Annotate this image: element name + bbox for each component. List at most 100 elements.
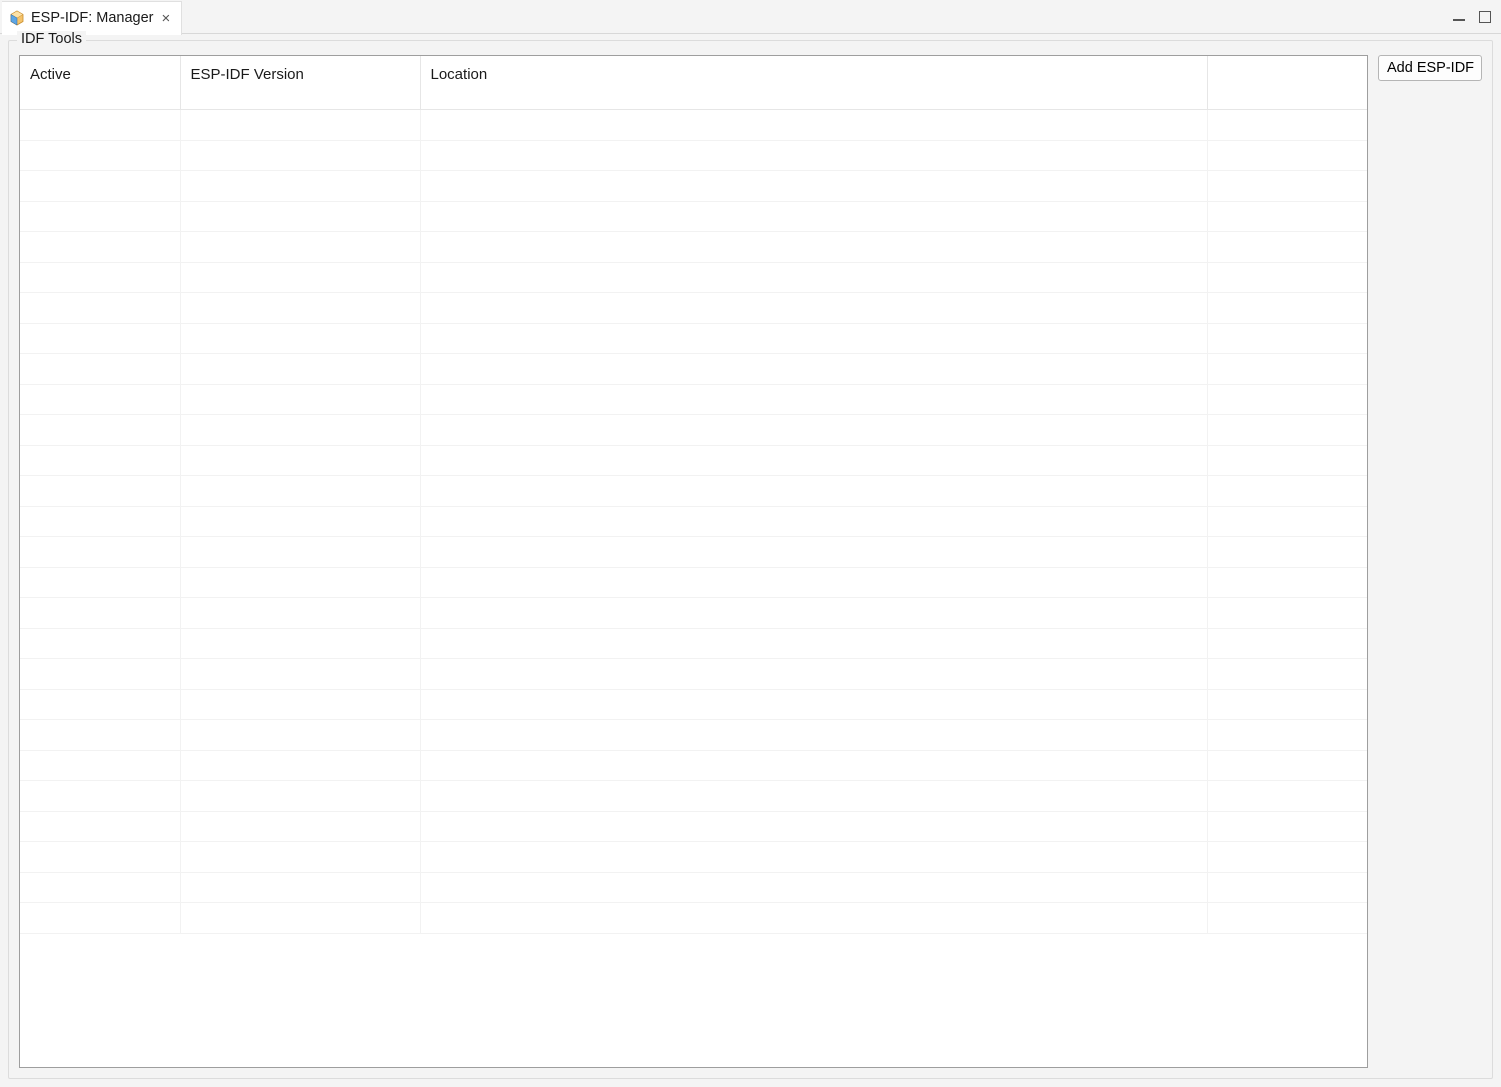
table-cell[interactable]	[1207, 659, 1367, 690]
table-cell[interactable]	[420, 354, 1207, 385]
table-row[interactable]	[20, 598, 1367, 629]
column-header-active[interactable]: Active	[20, 56, 180, 110]
table-cell[interactable]	[1207, 872, 1367, 903]
table-row[interactable]	[20, 110, 1367, 141]
table-row[interactable]	[20, 689, 1367, 720]
table-cell[interactable]	[420, 628, 1207, 659]
table-cell[interactable]	[180, 659, 420, 690]
table-cell[interactable]	[180, 323, 420, 354]
table-cell[interactable]	[20, 567, 180, 598]
table-cell[interactable]	[20, 293, 180, 324]
table-cell[interactable]	[180, 598, 420, 629]
table-cell[interactable]	[1207, 750, 1367, 781]
table-row[interactable]	[20, 201, 1367, 232]
table-cell[interactable]	[1207, 140, 1367, 171]
table-cell[interactable]	[20, 811, 180, 842]
table-cell[interactable]	[420, 750, 1207, 781]
table-cell[interactable]	[180, 872, 420, 903]
table-cell[interactable]	[420, 659, 1207, 690]
table-cell[interactable]	[1207, 110, 1367, 141]
table-row[interactable]	[20, 354, 1367, 385]
table-row[interactable]	[20, 262, 1367, 293]
table-cell[interactable]	[420, 598, 1207, 629]
table-cell[interactable]	[1207, 903, 1367, 934]
table-cell[interactable]	[1207, 842, 1367, 873]
table-cell[interactable]	[20, 323, 180, 354]
table-row[interactable]	[20, 415, 1367, 446]
table-cell[interactable]	[180, 720, 420, 751]
table-cell[interactable]	[180, 140, 420, 171]
table-cell[interactable]	[420, 232, 1207, 263]
table-cell[interactable]	[180, 110, 420, 141]
table-cell[interactable]	[180, 842, 420, 873]
table-cell[interactable]	[1207, 476, 1367, 507]
column-header-location[interactable]: Location	[420, 56, 1207, 110]
table-cell[interactable]	[420, 842, 1207, 873]
table-cell[interactable]	[20, 262, 180, 293]
table-cell[interactable]	[180, 903, 420, 934]
table-cell[interactable]	[1207, 598, 1367, 629]
table-cell[interactable]	[20, 781, 180, 812]
table-cell[interactable]	[420, 445, 1207, 476]
table-cell[interactable]	[420, 171, 1207, 202]
table-cell[interactable]	[420, 689, 1207, 720]
table-row[interactable]	[20, 293, 1367, 324]
table-cell[interactable]	[180, 537, 420, 568]
table-cell[interactable]	[420, 476, 1207, 507]
table-cell[interactable]	[1207, 445, 1367, 476]
table-cell[interactable]	[420, 384, 1207, 415]
table-cell[interactable]	[20, 110, 180, 141]
table-cell[interactable]	[1207, 415, 1367, 446]
table-row[interactable]	[20, 537, 1367, 568]
close-icon[interactable]: ×	[160, 11, 173, 26]
table-cell[interactable]	[180, 750, 420, 781]
table-row[interactable]	[20, 445, 1367, 476]
table-cell[interactable]	[20, 750, 180, 781]
table-cell[interactable]	[1207, 262, 1367, 293]
table-cell[interactable]	[1207, 567, 1367, 598]
table-cell[interactable]	[20, 506, 180, 537]
table-cell[interactable]	[420, 201, 1207, 232]
table-cell[interactable]	[420, 293, 1207, 324]
minimize-button[interactable]	[1451, 9, 1467, 25]
table-row[interactable]	[20, 323, 1367, 354]
table-cell[interactable]	[20, 720, 180, 751]
table-cell[interactable]	[180, 567, 420, 598]
table-cell[interactable]	[20, 903, 180, 934]
table-cell[interactable]	[180, 628, 420, 659]
table-cell[interactable]	[20, 445, 180, 476]
table-cell[interactable]	[20, 171, 180, 202]
table-row[interactable]	[20, 750, 1367, 781]
table-cell[interactable]	[180, 293, 420, 324]
table-cell[interactable]	[1207, 232, 1367, 263]
table-cell[interactable]	[20, 598, 180, 629]
column-header-version[interactable]: ESP-IDF Version	[180, 56, 420, 110]
table-cell[interactable]	[180, 811, 420, 842]
table-row[interactable]	[20, 872, 1367, 903]
table-cell[interactable]	[1207, 628, 1367, 659]
table-cell[interactable]	[20, 842, 180, 873]
table-row[interactable]	[20, 384, 1367, 415]
tab-esp-idf-manager[interactable]: ESP-IDF: Manager ×	[2, 1, 182, 35]
table-cell[interactable]	[1207, 506, 1367, 537]
table-row[interactable]	[20, 811, 1367, 842]
table-cell[interactable]	[20, 689, 180, 720]
table-cell[interactable]	[420, 872, 1207, 903]
add-esp-idf-button[interactable]: Add ESP-IDF	[1378, 55, 1482, 81]
table-cell[interactable]	[1207, 811, 1367, 842]
table-cell[interactable]	[1207, 354, 1367, 385]
table-row[interactable]	[20, 140, 1367, 171]
table-row[interactable]	[20, 659, 1367, 690]
table-cell[interactable]	[20, 201, 180, 232]
table-cell[interactable]	[20, 354, 180, 385]
table-cell[interactable]	[180, 689, 420, 720]
table-cell[interactable]	[420, 720, 1207, 751]
table-cell[interactable]	[420, 781, 1207, 812]
table-cell[interactable]	[420, 110, 1207, 141]
table-row[interactable]	[20, 781, 1367, 812]
table-cell[interactable]	[180, 781, 420, 812]
table-row[interactable]	[20, 842, 1367, 873]
table-cell[interactable]	[20, 232, 180, 263]
table-cell[interactable]	[420, 537, 1207, 568]
maximize-button[interactable]	[1477, 9, 1493, 25]
